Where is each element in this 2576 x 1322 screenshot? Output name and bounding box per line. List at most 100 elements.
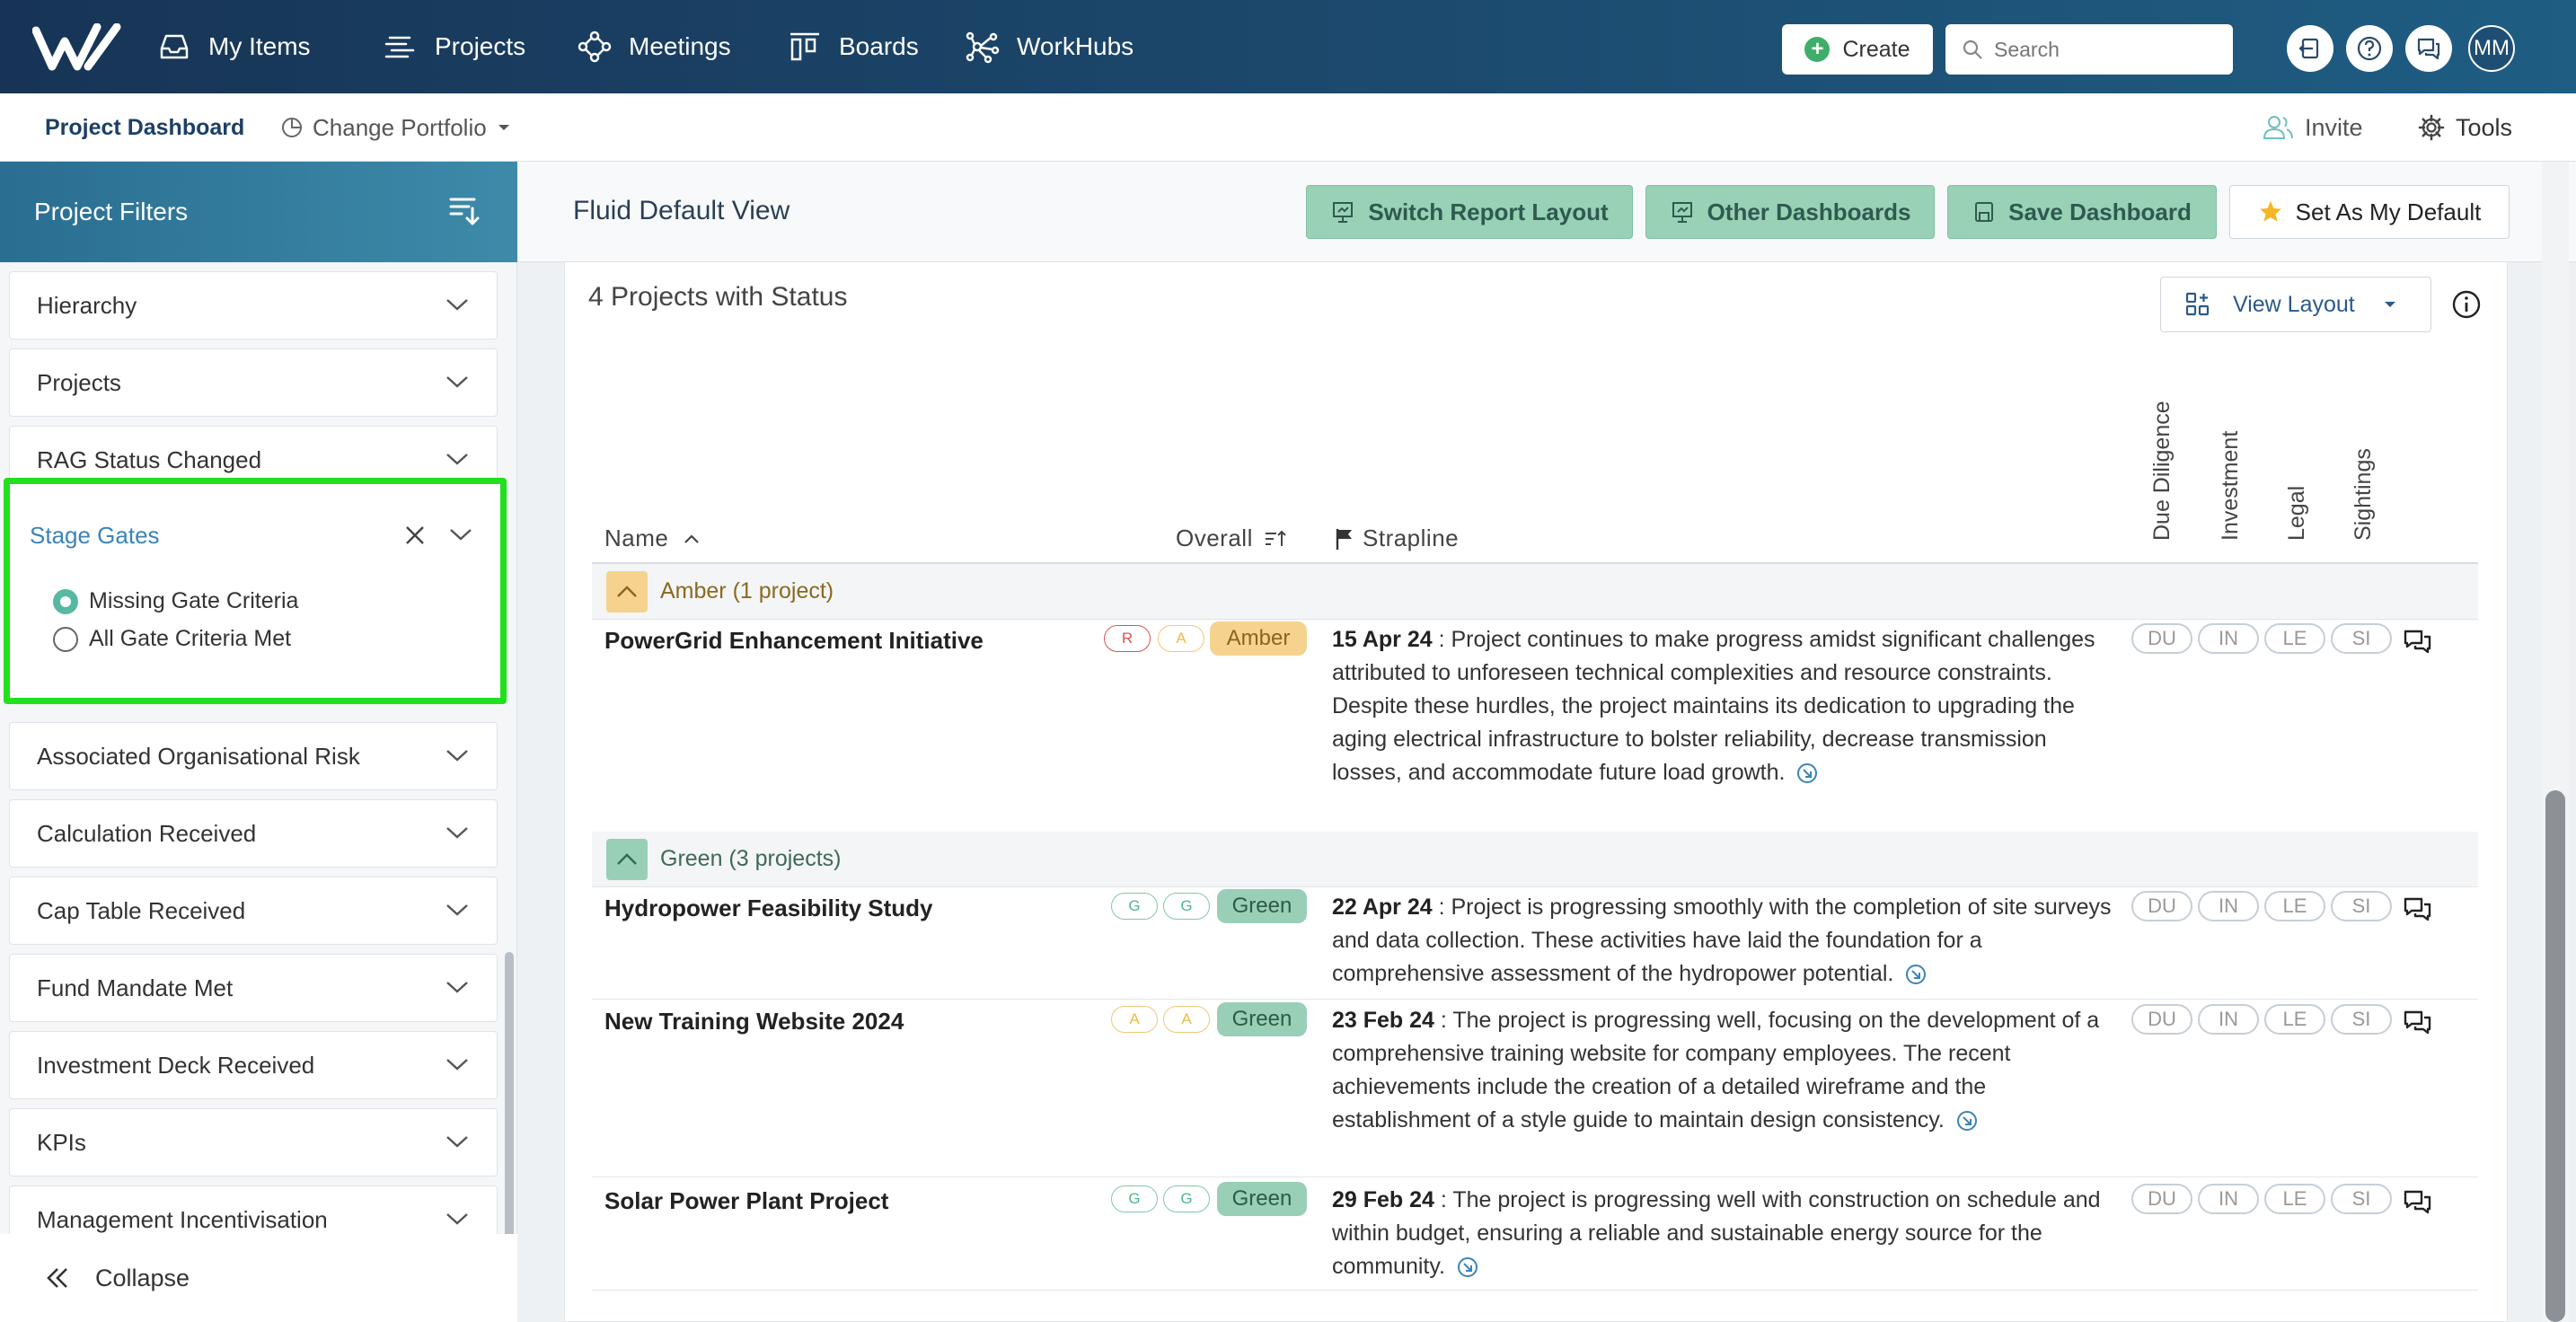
- portfolio-label: Change Portfolio: [313, 113, 487, 141]
- tag-legal[interactable]: LE: [2264, 623, 2325, 654]
- go-arrow-icon[interactable]: [1457, 1256, 1478, 1278]
- view-layout-dropdown[interactable]: View Layout: [2160, 277, 2431, 332]
- save-dashboard-button[interactable]: Save Dashboard: [1947, 185, 2217, 239]
- change-portfolio-dropdown[interactable]: Change Portfolio: [280, 93, 512, 162]
- go-arrow-icon[interactable]: [1956, 1110, 1978, 1132]
- project-dashboard-link[interactable]: Project Dashboard: [45, 93, 244, 162]
- tag-sightings[interactable]: SI: [2331, 1184, 2392, 1214]
- messages-button[interactable]: [2405, 25, 2452, 72]
- radio-all-gate-criteria-met[interactable]: All Gate Criteria Met: [53, 626, 291, 652]
- column-strapline[interactable]: Strapline: [1334, 524, 1459, 552]
- tag-due-diligence[interactable]: DU: [2131, 1184, 2192, 1214]
- project-name[interactable]: New Training Website 2024: [604, 1008, 904, 1036]
- sort-filter-icon[interactable]: [449, 196, 481, 226]
- sub-navigation-bar: Project Dashboard Change Portfolio Invit…: [0, 93, 2576, 162]
- tag-legal[interactable]: LE: [2264, 1004, 2325, 1035]
- radio-label: All Gate Criteria Met: [89, 626, 292, 651]
- portfolio-icon: [282, 118, 302, 137]
- rag-badge: G: [1163, 1185, 1210, 1212]
- comments-icon[interactable]: [2403, 896, 2433, 923]
- tag-legal[interactable]: LE: [2264, 891, 2325, 921]
- filter-calculation-received[interactable]: Calculation Received: [9, 799, 498, 868]
- comments-icon[interactable]: [2403, 1189, 2433, 1216]
- app-logo[interactable]: [32, 23, 122, 74]
- group-row-amber[interactable]: Amber (1 project): [592, 564, 2478, 620]
- create-button[interactable]: + Create: [1782, 24, 1933, 75]
- radio-missing-gate-criteria[interactable]: Missing Gate Criteria: [53, 588, 298, 614]
- radio-selected[interactable]: [53, 588, 78, 614]
- column-label: Overall: [1176, 524, 1253, 551]
- tag-investment[interactable]: IN: [2198, 1184, 2259, 1214]
- filter-label: Associated Organisational Risk: [37, 742, 360, 770]
- nav-boards[interactable]: Boards: [787, 0, 919, 93]
- switch-report-layout-button[interactable]: Switch Report Layout: [1306, 185, 1633, 239]
- tag-investment[interactable]: IN: [2198, 623, 2259, 654]
- group-row-green[interactable]: Green (3 projects): [592, 832, 2478, 887]
- chevron-up-icon: [617, 585, 637, 597]
- tag-legal[interactable]: LE: [2264, 1184, 2325, 1214]
- workhubs-icon: [966, 31, 1000, 64]
- nav-label: Meetings: [629, 32, 731, 60]
- tag-due-diligence[interactable]: DU: [2131, 623, 2192, 654]
- collapse-group-toggle[interactable]: [606, 838, 648, 880]
- go-arrow-icon[interactable]: [1905, 964, 1927, 985]
- filter-kpis[interactable]: KPIs: [9, 1108, 498, 1177]
- presentation-icon: [1333, 202, 1354, 223]
- sidebar-title: Project Filters: [34, 198, 189, 225]
- strapline-text: 22 Apr 24 : Project is progressing smoot…: [1332, 891, 2122, 991]
- other-dashboards-button[interactable]: Other Dashboards: [1645, 185, 1935, 239]
- help-button[interactable]: [2346, 25, 2393, 72]
- nav-meetings[interactable]: Meetings: [577, 0, 731, 93]
- column-sightings[interactable]: Sightings: [2351, 448, 2377, 541]
- column-name[interactable]: Name: [604, 524, 701, 552]
- column-legal[interactable]: Legal: [2284, 486, 2310, 541]
- comments-icon[interactable]: [2403, 1009, 2433, 1036]
- filter-cap-table-received[interactable]: Cap Table Received: [9, 877, 498, 945]
- nav-workhubs[interactable]: WorkHubs: [965, 0, 1134, 93]
- filter-hierarchy[interactable]: Hierarchy: [9, 271, 498, 339]
- page-scrollbar[interactable]: [2545, 790, 2565, 1322]
- column-due-diligence[interactable]: Due Diligence: [2149, 401, 2175, 541]
- tools-button[interactable]: Tools: [2418, 93, 2512, 162]
- chevron-down-icon[interactable]: [448, 525, 473, 543]
- row-divider: [592, 1290, 2478, 1291]
- search-input[interactable]: [1994, 37, 2219, 62]
- tag-sightings[interactable]: SI: [2331, 623, 2392, 654]
- radio-unselected[interactable]: [53, 626, 78, 652]
- go-arrow-icon[interactable]: [1796, 762, 1818, 784]
- filter-list: Hierarchy Projects RAG Status Changed St…: [0, 262, 517, 1234]
- filter-associated-organisational-risk[interactable]: Associated Organisational Risk: [9, 722, 498, 790]
- collapse-sidebar-button[interactable]: Collapse: [0, 1234, 517, 1322]
- nav-my-items[interactable]: My Items: [156, 0, 311, 93]
- column-investment[interactable]: Investment: [2218, 431, 2244, 541]
- invite-button[interactable]: Invite: [2262, 93, 2363, 162]
- sort-icon: [1265, 530, 1286, 546]
- filter-management-incentivisation[interactable]: Management Incentivisation: [9, 1185, 498, 1234]
- project-name[interactable]: PowerGrid Enhancement Initiative: [604, 627, 984, 655]
- tag-sightings[interactable]: SI: [2331, 891, 2392, 921]
- tag-sightings[interactable]: SI: [2331, 1004, 2392, 1035]
- column-overall[interactable]: Overall: [1176, 524, 1287, 552]
- filter-investment-deck-received[interactable]: Investment Deck Received: [9, 1031, 498, 1099]
- search-icon: [1963, 40, 1982, 59]
- tag-due-diligence[interactable]: DU: [2131, 891, 2192, 921]
- comments-icon[interactable]: [2403, 629, 2433, 656]
- close-icon[interactable]: [403, 524, 427, 547]
- logout-button[interactable]: [2287, 25, 2333, 72]
- collapse-group-toggle[interactable]: [606, 570, 648, 613]
- set-as-my-default-button[interactable]: Set As My Default: [2229, 185, 2510, 239]
- filter-projects[interactable]: Projects: [9, 348, 498, 417]
- tag-investment[interactable]: IN: [2198, 1004, 2259, 1035]
- tag-investment[interactable]: IN: [2198, 891, 2259, 921]
- sidebar-scrollbar[interactable]: [505, 952, 514, 1257]
- project-name[interactable]: Hydropower Feasibility Study: [604, 895, 933, 922]
- view-title: Fluid Default View: [573, 196, 790, 225]
- user-avatar[interactable]: MM: [2468, 25, 2515, 72]
- filter-stage-gates-title[interactable]: Stage Gates: [30, 522, 160, 550]
- search-box[interactable]: [1945, 24, 2233, 75]
- project-name[interactable]: Solar Power Plant Project: [604, 1187, 888, 1215]
- nav-projects[interactable]: Projects: [383, 0, 525, 93]
- filter-fund-mandate-met[interactable]: Fund Mandate Met: [9, 954, 498, 1022]
- info-icon[interactable]: [2451, 289, 2482, 320]
- tag-due-diligence[interactable]: DU: [2131, 1004, 2192, 1035]
